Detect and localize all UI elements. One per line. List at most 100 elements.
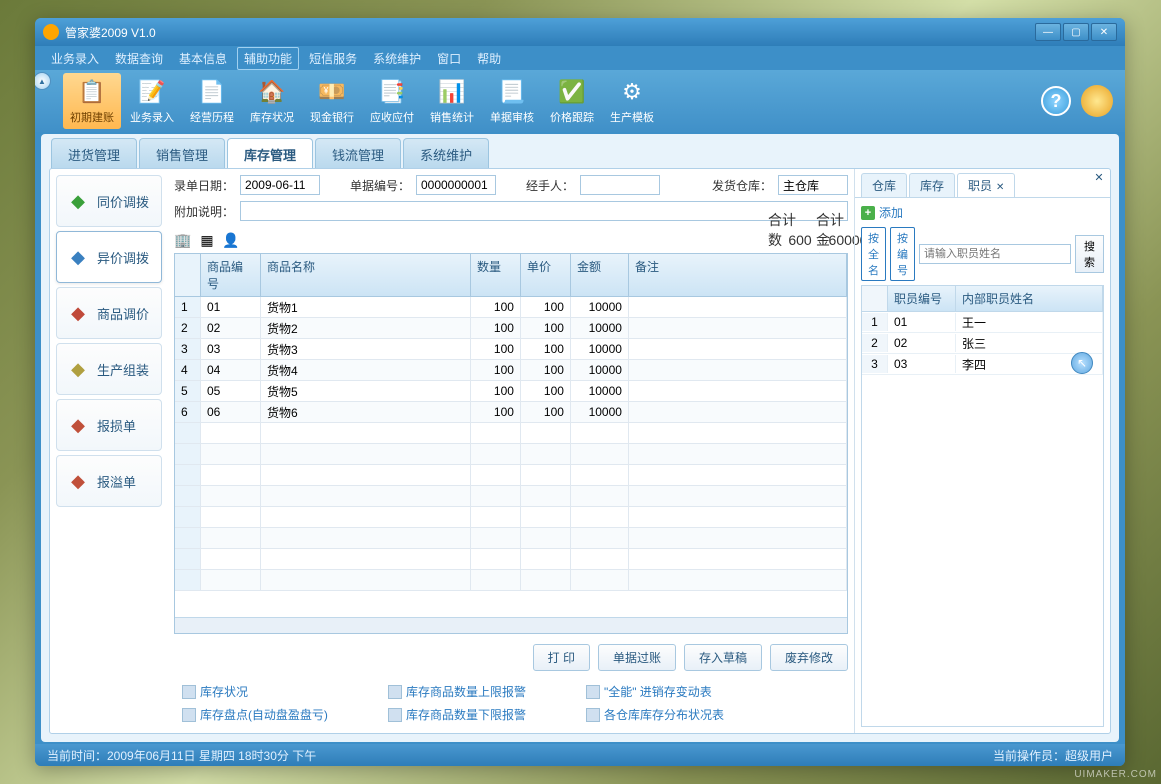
draft-button[interactable]: 存入草稿 bbox=[684, 644, 762, 671]
table-row-empty[interactable] bbox=[175, 444, 847, 465]
warehouse-input[interactable] bbox=[778, 175, 848, 195]
docno-input[interactable] bbox=[416, 175, 496, 195]
toolbar-button[interactable]: 🏠库存状况 bbox=[243, 73, 301, 129]
employee-row[interactable]: 101王一 bbox=[862, 312, 1103, 333]
post-button[interactable]: 单据过账 bbox=[598, 644, 676, 671]
column-header[interactable]: 数量 bbox=[471, 254, 521, 296]
column-header[interactable] bbox=[175, 254, 201, 296]
table-row-empty[interactable] bbox=[175, 549, 847, 570]
column-header[interactable] bbox=[862, 286, 888, 311]
maximize-button[interactable]: ▢ bbox=[1063, 23, 1089, 41]
tab-close-icon[interactable]: ✕ bbox=[996, 182, 1004, 193]
search-button[interactable]: 搜索 bbox=[1075, 235, 1104, 273]
filter-number-button[interactable]: 按编号 bbox=[890, 227, 915, 281]
table-row-empty[interactable] bbox=[175, 528, 847, 549]
table-row-empty[interactable] bbox=[175, 570, 847, 591]
main-tab[interactable]: 进货管理 bbox=[51, 138, 137, 170]
quick-link[interactable]: 库存商品数量下限报警 bbox=[388, 706, 526, 723]
toolbar-button[interactable]: 📊销售统计 bbox=[423, 73, 481, 129]
help-icon[interactable]: ? bbox=[1041, 86, 1071, 116]
column-header[interactable]: 内部职员姓名 bbox=[956, 286, 1103, 311]
employee-grid-body[interactable]: ↖ 101王一202张三303李四 bbox=[862, 312, 1103, 726]
main-tab[interactable]: 库存管理 bbox=[227, 138, 313, 170]
menu-item[interactable]: 帮助 bbox=[471, 48, 507, 69]
employee-search-input[interactable] bbox=[919, 244, 1071, 264]
add-link[interactable]: + 添加 bbox=[861, 204, 1104, 221]
remark-input[interactable] bbox=[240, 201, 848, 221]
table-row[interactable]: 606货物610010010000 bbox=[175, 402, 847, 423]
minimize-button[interactable]: — bbox=[1035, 23, 1061, 41]
toolbar-button[interactable]: ⚙生产模板 bbox=[603, 73, 661, 129]
quick-link[interactable]: 库存商品数量上限报警 bbox=[388, 683, 526, 700]
sidebar-item[interactable]: ◆商品调价 bbox=[56, 287, 162, 339]
table-row[interactable]: 202货物210010010000 bbox=[175, 318, 847, 339]
toolbar-button[interactable]: 📋初期建账 bbox=[63, 73, 121, 129]
panel-tab[interactable]: 职员✕ bbox=[957, 173, 1015, 197]
print-button[interactable]: 打 印 bbox=[533, 644, 590, 671]
column-header[interactable]: 备注 bbox=[629, 254, 847, 296]
horizontal-scrollbar[interactable] bbox=[175, 617, 847, 633]
main-tab[interactable]: 销售管理 bbox=[139, 138, 225, 170]
grid-body[interactable]: 101货物110010010000202货物210010010000303货物3… bbox=[175, 297, 847, 617]
column-header[interactable]: 商品名称 bbox=[261, 254, 471, 296]
panel-tab[interactable]: 仓库 bbox=[861, 173, 907, 197]
toolbar-icon: 📊 bbox=[437, 78, 467, 106]
table-row-empty[interactable] bbox=[175, 507, 847, 528]
menubar: 业务录入数据查询基本信息辅助功能短信服务系统维护窗口帮助 bbox=[35, 46, 1125, 70]
table-row[interactable]: 505货物510010010000 bbox=[175, 381, 847, 402]
main-tab[interactable]: 钱流管理 bbox=[315, 138, 401, 170]
column-header[interactable]: 金额 bbox=[571, 254, 629, 296]
window-title: 管家婆2009 V1.0 bbox=[65, 24, 1035, 41]
table-row[interactable]: 303货物310010010000 bbox=[175, 339, 847, 360]
menu-item[interactable]: 系统维护 bbox=[367, 48, 427, 69]
quick-link[interactable]: 库存盘点(自动盘盈盘亏) bbox=[182, 706, 328, 723]
grid-icon[interactable]: ▦ bbox=[198, 231, 216, 249]
column-header[interactable]: 职员编号 bbox=[888, 286, 956, 311]
goods-grid: 商品编号商品名称数量单价金额备注 101货物110010010000202货物2… bbox=[174, 253, 848, 634]
table-row-empty[interactable] bbox=[175, 486, 847, 507]
toolbar-button[interactable]: 📑应收应付 bbox=[363, 73, 421, 129]
column-header[interactable]: 商品编号 bbox=[201, 254, 261, 296]
sidebar-item[interactable]: ◆报损单 bbox=[56, 399, 162, 451]
toolbar-button[interactable]: 📃单据审核 bbox=[483, 73, 541, 129]
toolbar-button[interactable]: ✅价格跟踪 bbox=[543, 73, 601, 129]
toolbar-button[interactable]: 📝业务录入 bbox=[123, 73, 181, 129]
menu-item[interactable]: 短信服务 bbox=[303, 48, 363, 69]
column-header[interactable]: 单价 bbox=[521, 254, 571, 296]
toolbar-button[interactable]: 💴现金银行 bbox=[303, 73, 361, 129]
table-row-empty[interactable] bbox=[175, 465, 847, 486]
quick-link[interactable]: 各仓库库存分布状况表 bbox=[586, 706, 724, 723]
filter-fullname-button[interactable]: 按全名 bbox=[861, 227, 886, 281]
menu-item[interactable]: 业务录入 bbox=[45, 48, 105, 69]
employee-row[interactable]: 202张三 bbox=[862, 333, 1103, 354]
panel-tab[interactable]: 库存 bbox=[909, 173, 955, 197]
main-tab[interactable]: 系统维护 bbox=[403, 138, 489, 170]
quick-link[interactable]: 库存状况 bbox=[182, 683, 328, 700]
toolbar-button[interactable]: 📄经营历程 bbox=[183, 73, 241, 129]
total-qty: 合计数量：600 bbox=[782, 231, 800, 249]
close-button[interactable]: ✕ bbox=[1091, 23, 1117, 41]
docno-label: 单据编号： bbox=[350, 177, 410, 194]
discard-button[interactable]: 废弃修改 bbox=[770, 644, 848, 671]
menu-item[interactable]: 窗口 bbox=[431, 48, 467, 69]
sidebar-item[interactable]: ◆生产组装 bbox=[56, 343, 162, 395]
links-row: 库存状况库存盘点(自动盘盈盘亏) 库存商品数量上限报警库存商品数量下限报警 "全能"… bbox=[174, 679, 848, 727]
person-icon[interactable]: 👤 bbox=[222, 231, 240, 249]
employee-row[interactable]: 303李四 bbox=[862, 354, 1103, 375]
building-icon[interactable]: 🏢 bbox=[174, 231, 192, 249]
toolbar-toggle-icon[interactable]: ▲ bbox=[35, 72, 51, 90]
sidebar-item[interactable]: ◆同价调拨 bbox=[56, 175, 162, 227]
sidebar-item[interactable]: ◆报溢单 bbox=[56, 455, 162, 507]
table-row[interactable]: 404货物410010010000 bbox=[175, 360, 847, 381]
date-input[interactable] bbox=[240, 175, 320, 195]
menu-item[interactable]: 辅助功能 bbox=[237, 47, 299, 70]
link-icon bbox=[388, 685, 402, 699]
panel-close-icon[interactable]: ✕ bbox=[1092, 171, 1106, 185]
table-row-empty[interactable] bbox=[175, 423, 847, 444]
menu-item[interactable]: 基本信息 bbox=[173, 48, 233, 69]
menu-item[interactable]: 数据查询 bbox=[109, 48, 169, 69]
sidebar-item[interactable]: ◆异价调拨 bbox=[56, 231, 162, 283]
quick-link[interactable]: "全能" 进销存变动表 bbox=[586, 683, 724, 700]
person-input[interactable] bbox=[580, 175, 660, 195]
table-row[interactable]: 101货物110010010000 bbox=[175, 297, 847, 318]
